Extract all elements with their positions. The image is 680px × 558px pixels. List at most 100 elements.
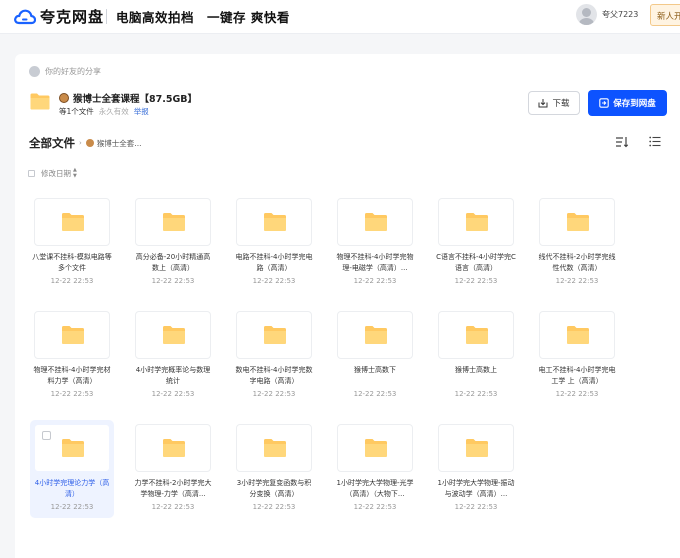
file-card[interactable]: 1小时学完大学物理-光学（高清）（大物下... 12-22 22:53 — [333, 420, 417, 518]
file-thumbnail — [135, 311, 211, 359]
sort-direction-icon[interactable]: ▲ ▼ — [73, 167, 77, 179]
file-card[interactable]: 高分必备-20小时精通高数上（高清） 12-22 22:53 — [131, 194, 215, 292]
user-menu[interactable]: 夸父7223 — [576, 4, 638, 25]
slogan: 电脑高效拍档 一键存 爽快看 — [116, 10, 290, 25]
file-date: 12-22 22:53 — [50, 390, 94, 398]
folder-icon — [466, 213, 488, 231]
file-checkbox[interactable] — [42, 431, 51, 440]
file-card[interactable]: 八堂课不挂科-模拟电路等多个文件 12-22 22:53 — [30, 194, 114, 292]
file-thumbnail — [34, 198, 110, 246]
file-date: 12-22 22:53 — [353, 277, 397, 285]
file-thumbnail — [337, 311, 413, 359]
file-name[interactable]: 猴博士高数上 — [436, 365, 516, 376]
file-date: 12-22 22:53 — [252, 277, 296, 285]
sort-icon[interactable] — [615, 136, 629, 148]
file-card[interactable]: 4小时学完概率论与数理统计 12-22 22:53 — [131, 307, 215, 405]
file-card[interactable]: 物理不挂科-4小时学完物理-电磁学（高清）... 12-22 22:53 — [333, 194, 417, 292]
folder-icon — [365, 213, 387, 231]
new-user-button[interactable]: 新人开 — [650, 4, 680, 26]
download-button[interactable]: 下载 — [528, 91, 580, 115]
file-card[interactable]: 数电不挂科-4小时学完数字电路（高清） 12-22 22:53 — [232, 307, 316, 405]
file-name[interactable]: 4小时学完理论力学（高清） — [32, 478, 112, 500]
file-date: 12-22 22:53 — [151, 503, 195, 511]
header-divider — [106, 9, 107, 24]
file-name[interactable]: 电工不挂科-4小时学完电工学 上（高清） — [537, 365, 617, 387]
file-card[interactable]: 电路不挂科-4小时学完电路（高清） 12-22 22:53 — [232, 194, 316, 292]
folder-icon — [466, 439, 488, 457]
sort-bar: 修改日期 ▲ ▼ — [28, 167, 77, 179]
file-thumbnail — [135, 424, 211, 472]
file-name[interactable]: 物理不挂科-4小时学完材料力学（高清） — [32, 365, 112, 387]
user-avatar[interactable] — [576, 4, 597, 25]
file-name[interactable]: 高分必备-20小时精通高数上（高清） — [133, 252, 213, 274]
file-date: 12-22 22:53 — [252, 503, 296, 511]
folder-icon — [163, 439, 185, 457]
file-card[interactable]: 线代不挂科-2小时学完线性代数（高清） 12-22 22:53 — [535, 194, 619, 292]
file-name[interactable]: 数电不挂科-4小时学完数字电路（高清） — [234, 365, 314, 387]
top-bar: 夸克网盘 电脑高效拍档 一键存 爽快看 夸父7223 新人开 — [0, 0, 680, 34]
file-thumbnail — [34, 311, 110, 359]
file-card[interactable]: 3小时学完复变函数与积分变换（高清） 12-22 22:53 — [232, 420, 316, 518]
file-card[interactable]: 物理不挂科-4小时学完材料力学（高清） 12-22 22:53 — [30, 307, 114, 405]
file-date: 12-22 22:53 — [50, 503, 94, 511]
file-name[interactable]: 物理不挂科-4小时学完物理-电磁学（高清）... — [335, 252, 415, 274]
share-title: 猴博士全套课程【87.5GB】 — [73, 94, 197, 105]
save-icon — [599, 98, 609, 108]
file-card[interactable]: 力学不挂科-2小时学完大学物理-力学（高清... 12-22 22:53 — [131, 420, 215, 518]
share-source: 你的好友的分享 — [29, 66, 101, 77]
folder-icon — [62, 326, 84, 344]
file-count: 等1个文件 — [59, 107, 94, 116]
logo[interactable]: 夸克网盘 — [14, 6, 104, 27]
file-name[interactable]: 电路不挂科-4小时学完电路（高清） — [234, 252, 314, 274]
folder-icon — [62, 213, 84, 231]
folder-icon — [567, 213, 589, 231]
file-thumbnail — [236, 198, 312, 246]
folder-icon — [163, 326, 185, 344]
file-name[interactable]: 猴博士高数下 — [335, 365, 415, 376]
folder-icon — [264, 213, 286, 231]
file-card[interactable]: 4小时学完理论力学（高清） 12-22 22:53 — [30, 420, 114, 518]
list-view-icon[interactable] — [649, 136, 661, 147]
sort-by-date[interactable]: 修改日期 — [41, 168, 71, 179]
select-all-checkbox[interactable] — [28, 169, 35, 177]
file-thumbnail — [539, 311, 615, 359]
file-date: 12-22 22:53 — [151, 390, 195, 398]
breadcrumb: 全部文件 › 猴博士全套... — [29, 135, 141, 151]
file-date: 12-22 22:53 — [353, 390, 397, 398]
file-thumbnail — [236, 311, 312, 359]
friend-avatar-icon — [29, 66, 40, 77]
file-name[interactable]: 4小时学完概率论与数理统计 — [133, 365, 213, 387]
file-thumbnail — [236, 424, 312, 472]
file-card[interactable]: 猴博士高数上 12-22 22:53 — [434, 307, 518, 405]
file-name[interactable]: 1小时学完大学物理-振动与波动学（高清）... — [436, 478, 516, 500]
crumb-avatar-icon — [85, 139, 94, 147]
file-thumbnail — [34, 424, 110, 472]
logo-text: 夸克网盘 — [40, 8, 105, 26]
file-card[interactable]: C语言不挂科-4小时学完C语言（高清） 12-22 22:53 — [434, 194, 518, 292]
folder-icon — [163, 213, 185, 231]
file-name[interactable]: C语言不挂科-4小时学完C语言（高清） — [436, 252, 516, 274]
save-to-drive-button[interactable]: 保存到网盘 — [588, 90, 667, 116]
username[interactable]: 夸父7223 — [602, 9, 638, 20]
folder-icon — [567, 326, 589, 344]
report-link[interactable]: 举报 — [134, 106, 149, 117]
file-thumbnail — [438, 424, 514, 472]
file-card[interactable]: 猴博士高数下 12-22 22:53 — [333, 307, 417, 405]
file-name[interactable]: 力学不挂科-2小时学完大学物理-力学（高清... — [133, 478, 213, 500]
all-files-link[interactable]: 全部文件 — [29, 135, 75, 151]
file-card[interactable]: 电工不挂科-4小时学完电工学 上（高清） 12-22 22:53 — [535, 307, 619, 405]
download-icon — [538, 99, 548, 108]
file-thumbnail — [135, 198, 211, 246]
file-card[interactable]: 1小时学完大学物理-振动与波动学（高清）... 12-22 22:53 — [434, 420, 518, 518]
file-name[interactable]: 3小时学完复变函数与积分变换（高清） — [234, 478, 314, 500]
download-label: 下载 — [552, 99, 570, 109]
file-name[interactable]: 1小时学完大学物理-光学（高清）（大物下... — [335, 478, 415, 500]
file-name[interactable]: 八堂课不挂科-模拟电路等多个文件 — [32, 252, 112, 274]
share-title-row: 猴博士全套课程【87.5GB】 — [59, 91, 197, 105]
breadcrumb-current[interactable]: 猴博士全套... — [97, 138, 142, 149]
file-name[interactable]: 线代不挂科-2小时学完线性代数（高清） — [537, 252, 617, 274]
share-meta: 等1个文件 永久有效 举报 — [59, 106, 149, 117]
folder-icon — [365, 326, 387, 344]
folder-icon — [365, 439, 387, 457]
file-date: 12-22 22:53 — [454, 390, 498, 398]
